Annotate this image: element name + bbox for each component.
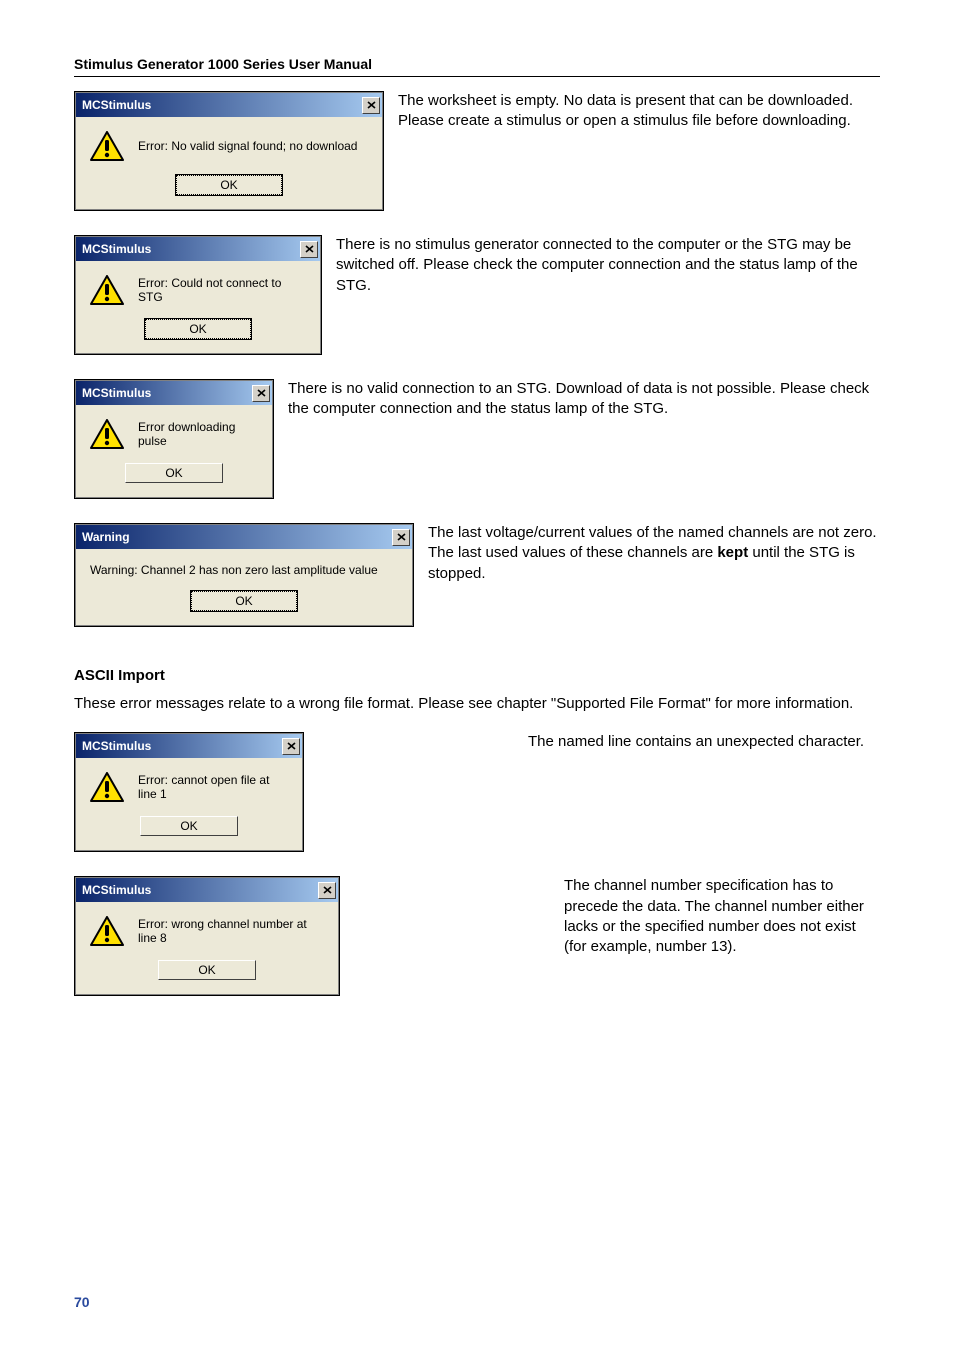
dialog-titlebar: MCStimulus bbox=[76, 878, 338, 902]
dialog-body: Error: Could not connect to STG bbox=[76, 261, 320, 315]
dialog-title: Warning bbox=[82, 530, 130, 544]
dialog-footer: OK bbox=[76, 587, 412, 625]
dialog-footer: OK bbox=[76, 315, 320, 353]
dialog-titlebar: Warning bbox=[76, 525, 412, 549]
dialog-body: Error: wrong channel number at line 8 bbox=[76, 902, 338, 956]
ascii-import-intro: These error messages relate to a wrong f… bbox=[74, 694, 880, 714]
ok-button[interactable]: OK bbox=[125, 463, 223, 483]
ascii-error-dialog: MCStimulus Error: cannot open file at lin… bbox=[75, 733, 303, 851]
close-icon[interactable] bbox=[300, 241, 318, 258]
warning-icon bbox=[90, 419, 124, 449]
dialog-description: There is no valid connection to an STG. … bbox=[288, 379, 880, 420]
ascii-import-heading: ASCII Import bbox=[74, 667, 880, 684]
dialog-body: Warning: Channel 2 has non zero last amp… bbox=[76, 549, 412, 587]
dialog-footer: OK bbox=[76, 812, 302, 850]
dialog-titlebar: MCStimulus bbox=[76, 734, 302, 758]
page-number: 70 bbox=[74, 1294, 90, 1310]
ok-button[interactable]: OK bbox=[140, 816, 238, 836]
error-dialog: MCStimulus Error: Could not connect to ST… bbox=[75, 236, 321, 354]
dialog-title: MCStimulus bbox=[82, 98, 151, 112]
warning-icon bbox=[90, 275, 124, 305]
dialog-title: MCStimulus bbox=[82, 739, 151, 753]
dialog-titlebar: MCStimulus bbox=[76, 93, 382, 117]
dialog-message: Warning: Channel 2 has non zero last amp… bbox=[90, 563, 378, 577]
dialog-footer: OK bbox=[76, 956, 338, 994]
dialog-body: Error: No valid signal found; no downloa… bbox=[76, 117, 382, 171]
close-icon[interactable] bbox=[362, 97, 380, 114]
ok-button[interactable]: OK bbox=[145, 319, 251, 339]
ok-button[interactable]: OK bbox=[191, 591, 297, 611]
close-icon[interactable] bbox=[252, 385, 270, 402]
dialog-message: Error downloading pulse bbox=[138, 420, 254, 448]
dialog-message: Error: Could not connect to STG bbox=[138, 276, 302, 304]
dialog-title: MCStimulus bbox=[82, 386, 151, 400]
warning-icon bbox=[90, 772, 124, 802]
close-icon[interactable] bbox=[392, 529, 410, 546]
error-dialog: MCStimulus Error downloading pulse OK bbox=[75, 380, 273, 498]
dialog-message: Error: wrong channel number at line 8 bbox=[138, 917, 320, 945]
dialog-description: The worksheet is empty. No data is prese… bbox=[398, 91, 880, 132]
dialog-description: There is no stimulus generator connected… bbox=[336, 235, 880, 296]
ok-button[interactable]: OK bbox=[158, 960, 256, 980]
dialog-body: Error downloading pulse bbox=[76, 405, 272, 459]
dialog-title: MCStimulus bbox=[82, 883, 151, 897]
dialog-body: Error: cannot open file at line 1 bbox=[76, 758, 302, 812]
dialog-description: The channel number specification has to … bbox=[354, 876, 880, 957]
dialog-footer: OK bbox=[76, 459, 272, 497]
dialog-description: The last voltage/current values of the n… bbox=[428, 523, 880, 584]
dialog-message: Error: cannot open file at line 1 bbox=[138, 773, 284, 801]
dialog-footer: OK bbox=[76, 171, 382, 209]
warning-icon bbox=[90, 131, 124, 161]
close-icon[interactable] bbox=[318, 882, 336, 899]
dialog-titlebar: MCStimulus bbox=[76, 381, 272, 405]
ascii-error-dialog: MCStimulus Error: wrong channel number at… bbox=[75, 877, 339, 995]
page-header: Stimulus Generator 1000 Series User Manu… bbox=[74, 56, 880, 77]
close-icon[interactable] bbox=[282, 738, 300, 755]
dialog-title: MCStimulus bbox=[82, 242, 151, 256]
error-dialog: MCStimulus Error: No valid signal found; … bbox=[75, 92, 383, 210]
dialog-message: Error: No valid signal found; no downloa… bbox=[138, 139, 357, 153]
dialog-description: The named line contains an unexpected ch… bbox=[318, 732, 880, 752]
dialog-titlebar: MCStimulus bbox=[76, 237, 320, 261]
warning-icon bbox=[90, 916, 124, 946]
ok-button[interactable]: OK bbox=[176, 175, 282, 195]
error-dialog: Warning Warning: Channel 2 has non zero l… bbox=[75, 524, 413, 626]
